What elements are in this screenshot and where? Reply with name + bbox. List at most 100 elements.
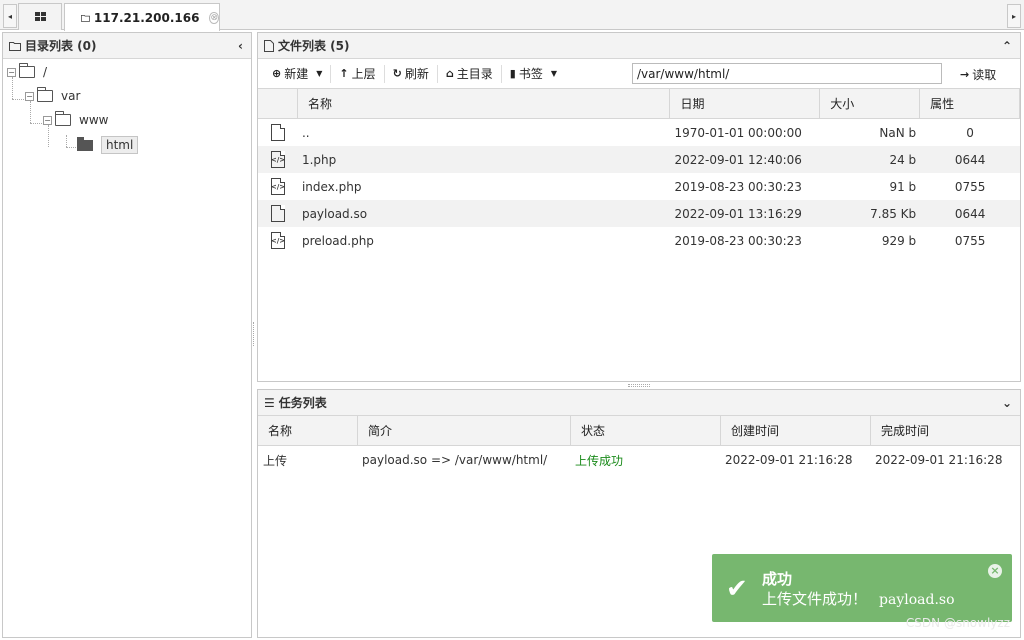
refresh-button[interactable]: ↻ 刷新 (385, 63, 437, 85)
file-date: 1970-01-01 00:00:00 (674, 125, 802, 140)
caret-down-icon: ▼ (316, 69, 323, 78)
tree-node-root[interactable]: − / (7, 63, 48, 79)
file-grid-header: 名称 日期 大小 属性 (258, 89, 1021, 119)
home-label: 主目录 (456, 67, 493, 81)
directory-panel-title: 目录列表 (0) (25, 39, 97, 53)
close-tab-icon[interactable]: ⊗ (209, 11, 219, 24)
vertical-splitter-handle[interactable] (253, 322, 256, 346)
file-icon-cell: </> (258, 146, 298, 173)
up-button[interactable]: ↑ 上层 (331, 63, 383, 85)
folder-icon (9, 41, 21, 51)
code-file-icon: </> (271, 178, 285, 195)
new-label: 新建 (284, 67, 309, 81)
bookmark-button[interactable]: ▮ 书签 ▼ (502, 63, 565, 85)
task-row[interactable]: 上传 payload.so => /var/www/html/ 上传成功 202… (258, 446, 1020, 474)
file-icon-cell: </> (258, 227, 298, 254)
file-panel-title: 文件列表 (5) (278, 39, 350, 53)
collapse-left-icon[interactable]: ‹ (238, 39, 243, 53)
column-header-created[interactable]: 创建时间 (721, 416, 871, 445)
folder-icon (55, 111, 71, 126)
directory-tree: − / − var − www html (3, 59, 251, 619)
task-done: 2022-09-01 21:16:28 (875, 453, 1003, 467)
arrow-right-icon: → (960, 67, 970, 81)
column-header-date[interactable]: 日期 (670, 89, 821, 118)
toast-message: 上传文件成功！ payload.so (762, 588, 955, 609)
up-label: 上层 (351, 67, 376, 81)
folder-icon (19, 63, 35, 78)
list-icon: ☰ (264, 395, 275, 410)
file-row[interactable]: </> preload.php 2019-08-23 00:30:23 929 b 07… (258, 227, 1020, 254)
file-date: 2022-09-01 13:16:29 (674, 206, 802, 221)
file-icon (270, 124, 285, 141)
file-date: 2022-09-01 12:40:06 (674, 152, 802, 167)
tab-scroll-left-button[interactable]: ◂ (3, 4, 17, 28)
home-tab[interactable] (18, 3, 62, 30)
file-date: 2019-08-23 00:30:23 (674, 233, 802, 248)
file-attr: 0644 (954, 206, 986, 221)
file-panel-header: 文件列表 (5) ⌃ (258, 33, 1020, 59)
file-row[interactable]: </> index.php 2019-08-23 00:30:23 91 b 0755 (258, 173, 1020, 200)
file-panel: 文件列表 (5) ⌃ ⊕ 新建 ▼ ↑ 上层 ↻ 刷新 ⌂ 主目录 ▮ 书签 ▼ (257, 32, 1021, 382)
file-size: 91 b (889, 179, 917, 194)
column-header-task-name[interactable]: 名称 (258, 416, 358, 445)
collapse-toggle-icon[interactable]: − (7, 67, 16, 77)
tree-node-www[interactable]: − www (43, 111, 109, 127)
new-button[interactable]: ⊕ 新建 ▼ (264, 63, 330, 85)
home-icon: ⌂ (445, 67, 454, 80)
horizontal-splitter-handle[interactable] (628, 384, 650, 387)
file-icon-cell (258, 200, 298, 227)
file-attr: 0 (966, 125, 974, 140)
file-size: 24 b (889, 152, 917, 167)
caret-down-icon: ▼ (550, 69, 557, 78)
close-toast-icon[interactable]: × (988, 564, 1002, 578)
tree-node-html[interactable]: html (77, 136, 139, 154)
file-row[interactable]: </> 1.php 2022-09-01 12:40:06 24 b 0644 (258, 146, 1020, 173)
tab-bar: ◂ 117.21.200.166 ⊗ ▸ (0, 0, 1024, 31)
task-panel-header: ☰ 任务列表 ⌄ (258, 390, 1020, 416)
read-button[interactable]: → 读取 (952, 63, 1004, 85)
collapse-toggle-icon[interactable]: − (43, 115, 52, 125)
collapse-up-icon[interactable]: ⌃ (1002, 39, 1012, 53)
home-dir-button[interactable]: ⌂ 主目录 (438, 63, 501, 85)
folder-icon (37, 87, 53, 102)
collapse-toggle-icon[interactable]: − (25, 91, 34, 101)
task-status: 上传成功 (575, 453, 624, 468)
file-icon-cell (258, 119, 298, 146)
tab-host[interactable]: 117.21.200.166 ⊗ (64, 3, 220, 31)
tab-label: 117.21.200.166 (93, 10, 200, 25)
column-header-size[interactable]: 大小 (820, 89, 921, 118)
tree-node-label: www (79, 113, 109, 127)
file-grid-body: .. 1970-01-01 00:00:00 NaN b 0 </> 1.php 2022-… (258, 119, 1020, 254)
tree-node-var[interactable]: − var (25, 87, 80, 103)
task-created: 2022-09-01 21:16:28 (725, 453, 853, 467)
refresh-label: 刷新 (404, 67, 429, 81)
code-file-icon: </> (271, 151, 285, 168)
file-date: 2019-08-23 00:30:23 (674, 179, 802, 194)
file-attr: 0644 (954, 152, 986, 167)
column-header-status[interactable]: 状态 (571, 416, 721, 445)
code-file-icon: </> (271, 232, 285, 249)
file-row[interactable]: .. 1970-01-01 00:00:00 NaN b 0 (258, 119, 1020, 146)
arrow-up-icon: ↑ (339, 67, 349, 80)
column-header-done[interactable]: 完成时间 (871, 416, 1020, 445)
folder-filled-icon (77, 136, 93, 151)
column-header-attr[interactable]: 属性 (920, 89, 1021, 118)
file-row[interactable]: payload.so 2022-09-01 13:16:29 7.85 Kb 0644 (258, 200, 1020, 227)
file-attr: 0755 (954, 179, 986, 194)
collapse-down-icon[interactable]: ⌄ (1002, 396, 1012, 410)
file-attr: 0755 (954, 233, 986, 248)
file-icon-cell: </> (258, 173, 298, 200)
plus-circle-icon: ⊕ (272, 67, 282, 80)
watermark: CSDN @snowlyzz (905, 616, 1010, 630)
path-input[interactable] (632, 63, 942, 84)
task-name: 上传 (263, 453, 288, 468)
column-header-desc[interactable]: 简介 (358, 416, 571, 445)
tab-scroll-right-button[interactable]: ▸ (1007, 4, 1021, 28)
tree-node-label: / (43, 65, 48, 79)
file-name: preload.php (301, 233, 374, 248)
directory-panel: 目录列表 (0) ‹ − / − var − www html (2, 32, 252, 638)
task-panel-title: 任务列表 (278, 396, 327, 410)
file-name: payload.so (301, 206, 368, 221)
column-header-name[interactable]: 名称 (298, 89, 671, 118)
refresh-icon: ↻ (392, 67, 402, 80)
